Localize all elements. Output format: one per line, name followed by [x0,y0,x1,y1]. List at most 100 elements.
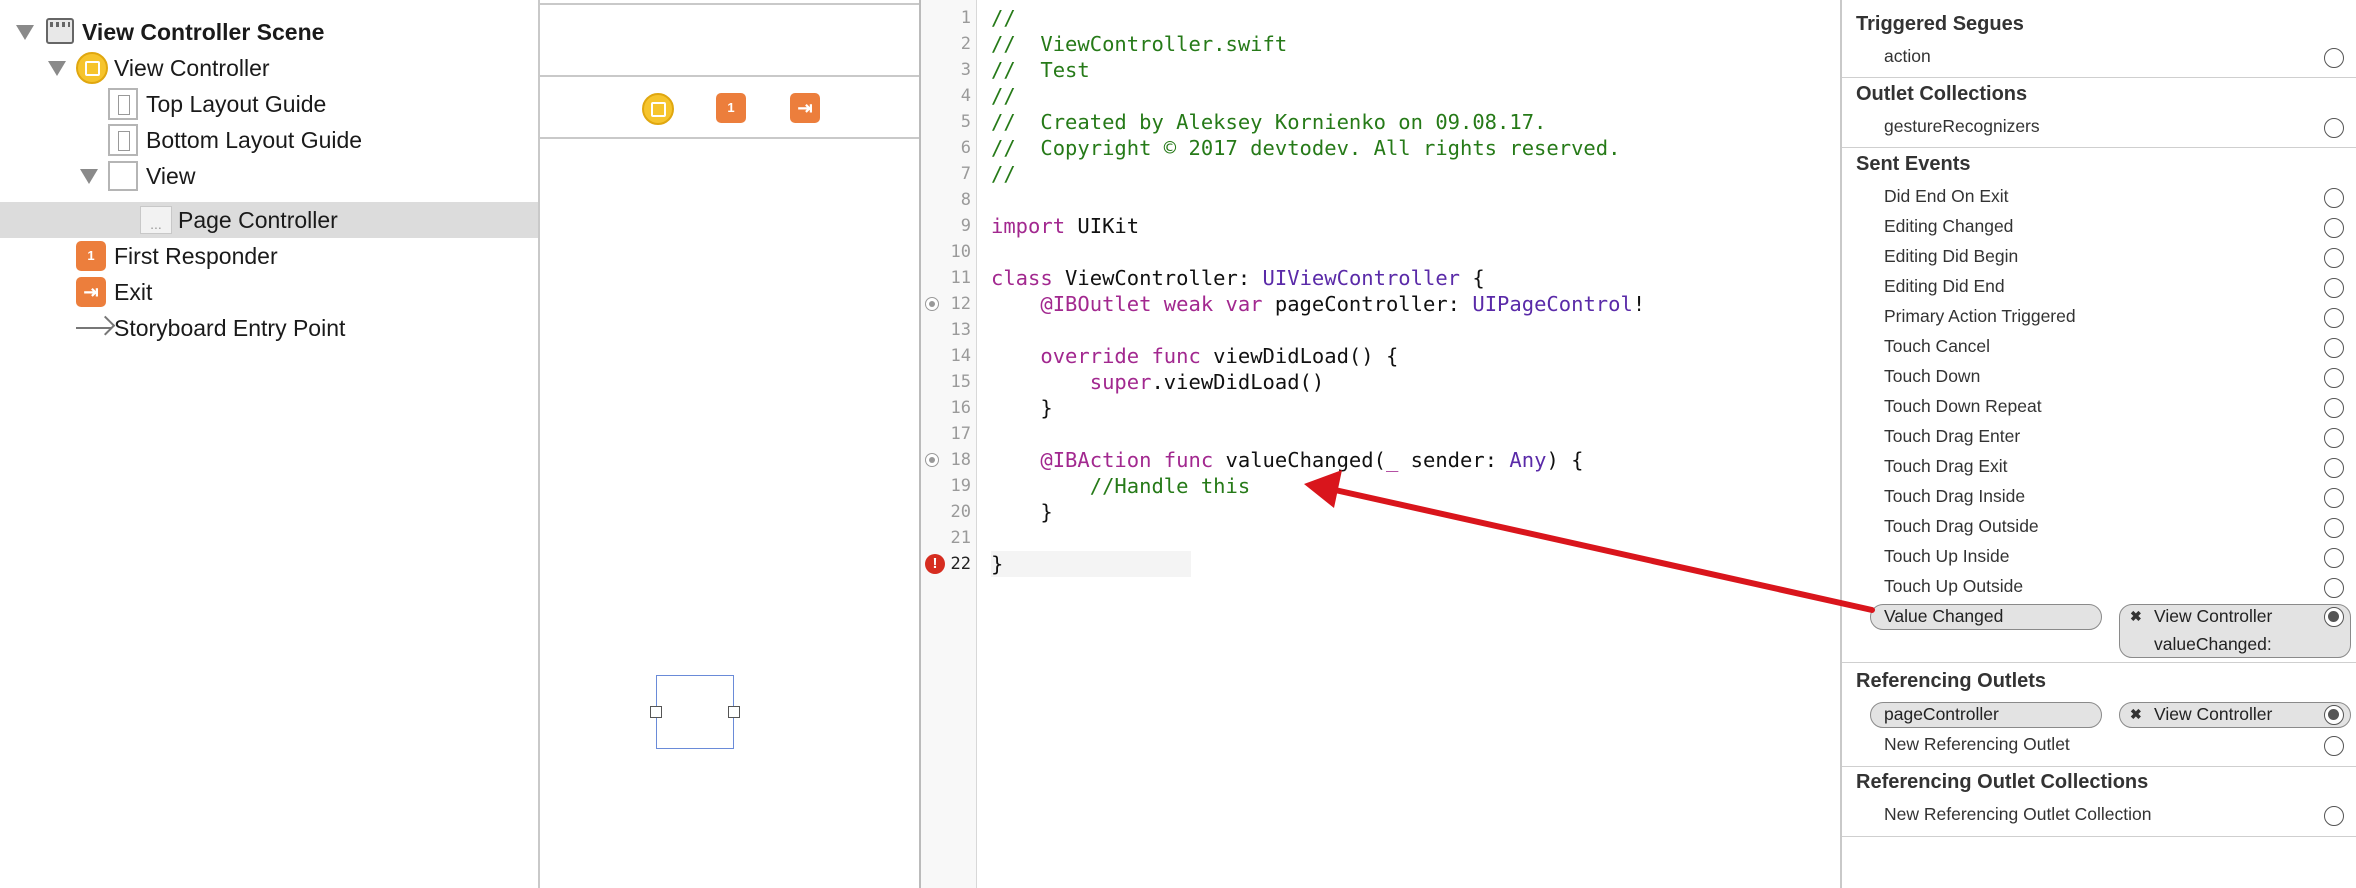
sent-event-row[interactable]: Touch Up Outside [1842,572,2356,602]
connection-label: New Referencing Outlet Collection [1884,804,2152,824]
connection-label: Editing Changed [1884,216,2014,236]
outlet-connection-icon[interactable] [925,453,939,467]
line-number: 5 [960,112,971,132]
connection-circle-icon[interactable] [2324,118,2344,138]
error-icon[interactable]: ! [925,554,945,574]
disclosure-triangle-icon[interactable] [80,169,98,184]
divider [1842,836,2356,837]
disclosure-triangle-icon[interactable] [16,25,34,40]
line-number: 8 [960,190,971,210]
line-number: 15 [950,372,971,392]
line-number: 13 [950,320,971,340]
exit-icon[interactable]: ⇥ [790,93,820,123]
sent-event-row[interactable]: Did End On Exit [1842,182,2356,212]
outline-item-label: View Controller Scene [82,18,325,45]
connection-circle-icon[interactable] [2324,548,2344,568]
line-number: 16 [950,398,971,418]
section-title: Referencing Outlets [1856,670,2047,692]
sent-event-row[interactable]: Touch Cancel [1842,332,2356,362]
code-line: } [991,500,1053,524]
connection-circle-icon[interactable] [2324,188,2344,208]
connection-circle-icon[interactable] [2324,218,2344,238]
outline-item-view-controller[interactable]: View Controller [0,50,538,86]
outline-item-view[interactable]: View [0,158,538,194]
code-line: // Created by Aleksey Kornienko on 09.08… [991,110,1547,134]
layout-guide-icon [108,124,138,156]
line-number: 11 [950,268,971,288]
connection-circle-icon[interactable] [2324,278,2344,298]
outlet-connection-icon[interactable] [925,297,939,311]
connection-circle-icon[interactable] [2324,736,2344,756]
connection-circle-icon[interactable] [2324,806,2344,826]
connection-row[interactable]: New Referencing Outlet Collection [1842,800,2356,830]
outline-item-first-responder[interactable]: 1 First Responder [0,238,538,274]
line-number: 20 [950,502,971,522]
sent-event-row[interactable]: Editing Did Begin [1842,242,2356,272]
sent-event-row[interactable]: Touch Down Repeat [1842,392,2356,422]
code-editor[interactable]: 1 2 3 4 5 6 7 8 9 10 11 12 13 14 15 16 17 18 19 20 21 22! // … [921,0,1842,888]
connection-circle-icon[interactable] [2324,248,2344,268]
section-title: Referencing Outlet Collections [1856,771,2149,793]
code-keyword: super [991,370,1152,394]
code-line: // Test [991,58,1090,82]
connection-circle-icon[interactable] [2324,338,2344,358]
connection-circle-icon[interactable] [2324,308,2344,328]
connection-row[interactable]: gestureRecognizers [1842,112,2356,142]
connection-circle-icon[interactable] [2324,607,2344,627]
sent-event-row[interactable]: Touch Drag Enter [1842,422,2356,452]
sent-event-row[interactable]: Touch Down [1842,362,2356,392]
connection-label: Touch Down Repeat [1884,396,2042,416]
line-number: 21 [950,528,971,548]
sent-event-row[interactable]: Touch Drag Outside [1842,512,2356,542]
code-type: Any [1509,448,1547,472]
outline-item-exit[interactable]: ⇥ Exit [0,274,538,310]
connection-circle-icon[interactable] [2324,705,2344,725]
connection-label: pageController [1884,704,1999,724]
outline-item-page-controller[interactable]: ... Page Controller [0,202,538,238]
disclosure-triangle-icon[interactable] [48,61,66,76]
disconnect-icon[interactable]: ✖ [2130,706,2142,723]
outline-item-label: Storyboard Entry Point [114,314,346,341]
code-type: UIPageControl [1472,292,1633,316]
connection-circle-icon[interactable] [2324,488,2344,508]
connection-row[interactable]: action [1842,42,2356,72]
code-line: } [991,396,1053,420]
outline-item-label: Exit [114,278,153,305]
sent-event-row[interactable]: Touch Drag Exit [1842,452,2356,482]
resize-handle-right[interactable] [728,706,740,718]
connection-circle-icon[interactable] [2324,398,2344,418]
code-keyword: _ [1385,448,1399,472]
connection-circle-icon[interactable] [2324,368,2344,388]
code-line: // [991,162,1016,186]
page-control-selection[interactable] [650,675,740,749]
code-line: @IBAction func valueChanged(_ sender: An… [991,447,1583,473]
connection-circle-icon[interactable] [2324,578,2344,598]
view-controller-icon[interactable] [642,93,674,125]
sent-event-row[interactable]: Primary Action Triggered [1842,302,2356,332]
sent-event-row[interactable]: Touch Drag Inside [1842,482,2356,512]
connection-target-label: View Controller [2154,704,2273,724]
outline-item-bottom-layout-guide[interactable]: Bottom Layout Guide [0,122,538,158]
connection-label: Primary Action Triggered [1884,306,2076,326]
connection-circle-icon[interactable] [2324,458,2344,478]
connection-row[interactable]: New Referencing Outlet [1842,730,2356,760]
connection-circle-icon[interactable] [2324,428,2344,448]
connection-label: Touch Drag Enter [1884,426,2021,446]
storyboard-canvas[interactable]: 1 ⇥ [540,0,921,888]
resize-handle-left[interactable] [650,706,662,718]
sent-event-row[interactable]: Touch Up Inside [1842,542,2356,572]
connection-circle-icon[interactable] [2324,48,2344,68]
code-line: // Copyright © 2017 devtodev. All rights… [991,136,1621,160]
outline-item-label: First Responder [114,242,278,269]
outline-item-storyboard-entry-point[interactable]: Storyboard Entry Point [0,310,538,346]
sent-event-row[interactable]: Editing Changed [1842,212,2356,242]
code-line: } [991,551,1191,577]
outline-item-top-layout-guide[interactable]: Top Layout Guide [0,86,538,122]
first-responder-icon[interactable]: 1 [716,93,746,123]
code-keyword: import [991,214,1066,238]
view-controller-icon [76,52,108,84]
connection-circle-icon[interactable] [2324,518,2344,538]
sent-event-row[interactable]: Editing Did End [1842,272,2356,302]
disconnect-icon[interactable]: ✖ [2130,608,2142,625]
outline-item-view-controller-scene[interactable]: View Controller Scene [0,14,538,50]
